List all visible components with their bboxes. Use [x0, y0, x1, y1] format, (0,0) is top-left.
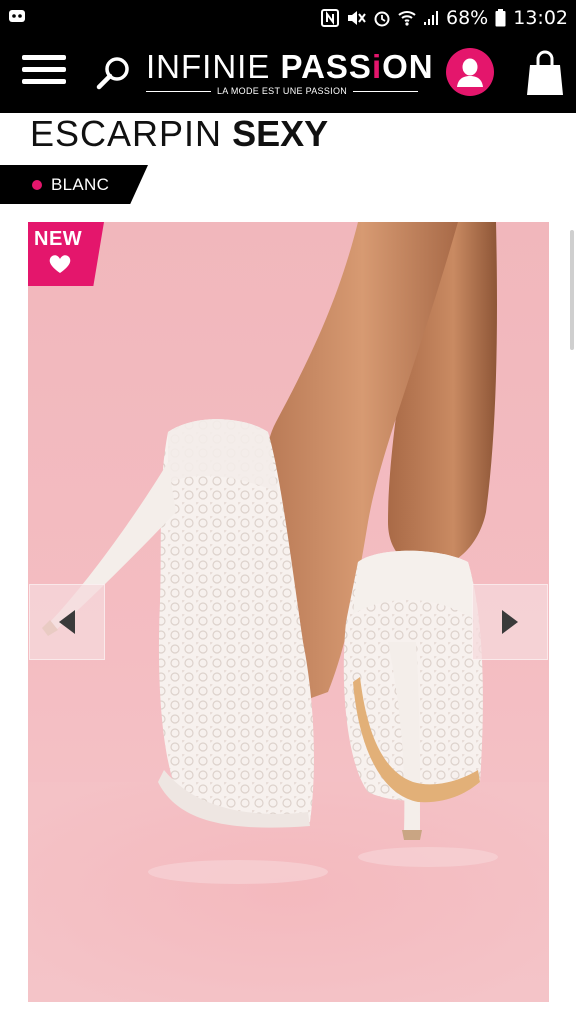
color-dot [32, 179, 42, 190]
logo-word-infinie: INFINIE [146, 48, 271, 85]
alarm-icon [373, 9, 391, 27]
user-icon[interactable] [446, 48, 494, 96]
shopping-bag-icon[interactable] [526, 49, 564, 97]
notification-icon [8, 8, 26, 29]
search-icon[interactable] [94, 53, 134, 93]
logo-word-passion-a: PASS [280, 48, 372, 85]
product-image-gallery[interactable]: NEW [28, 222, 549, 1002]
color-badge: BLANC [0, 165, 148, 204]
nfc-icon [321, 8, 339, 27]
site-header: INFINIE PASSiON LA MODE EST UNE PASSION [0, 35, 576, 113]
logo-word-passion-b: ON [382, 48, 434, 85]
logo-word-passion-i: i [371, 48, 383, 85]
arrow-right-icon[interactable] [472, 584, 548, 660]
product-title-light: ESCARPIN [30, 113, 223, 154]
product-title: ESCARPIN SEXY [30, 114, 328, 154]
battery-percent: 68% [446, 6, 489, 29]
logo-tagline: LA MODE EST UNE PASSION [216, 86, 348, 96]
site-logo[interactable]: INFINIE PASSiON LA MODE EST UNE PASSION [146, 48, 433, 105]
product-title-bold: SEXY [232, 113, 329, 154]
wifi-icon [398, 9, 416, 27]
product-photo [28, 222, 549, 1002]
heart-icon [48, 254, 72, 279]
battery-icon [495, 8, 506, 27]
arrow-left-icon[interactable] [29, 584, 105, 660]
mute-icon [346, 9, 366, 27]
new-label: NEW [34, 228, 83, 250]
hamburger-icon[interactable] [22, 55, 66, 91]
clock: 13:02 [513, 6, 568, 29]
color-label: BLANC [51, 174, 110, 194]
page-scrollbar[interactable] [570, 230, 574, 350]
signal-icon [423, 10, 439, 26]
status-bar: 68% 13:02 [0, 0, 576, 35]
new-badge: NEW [28, 222, 104, 286]
